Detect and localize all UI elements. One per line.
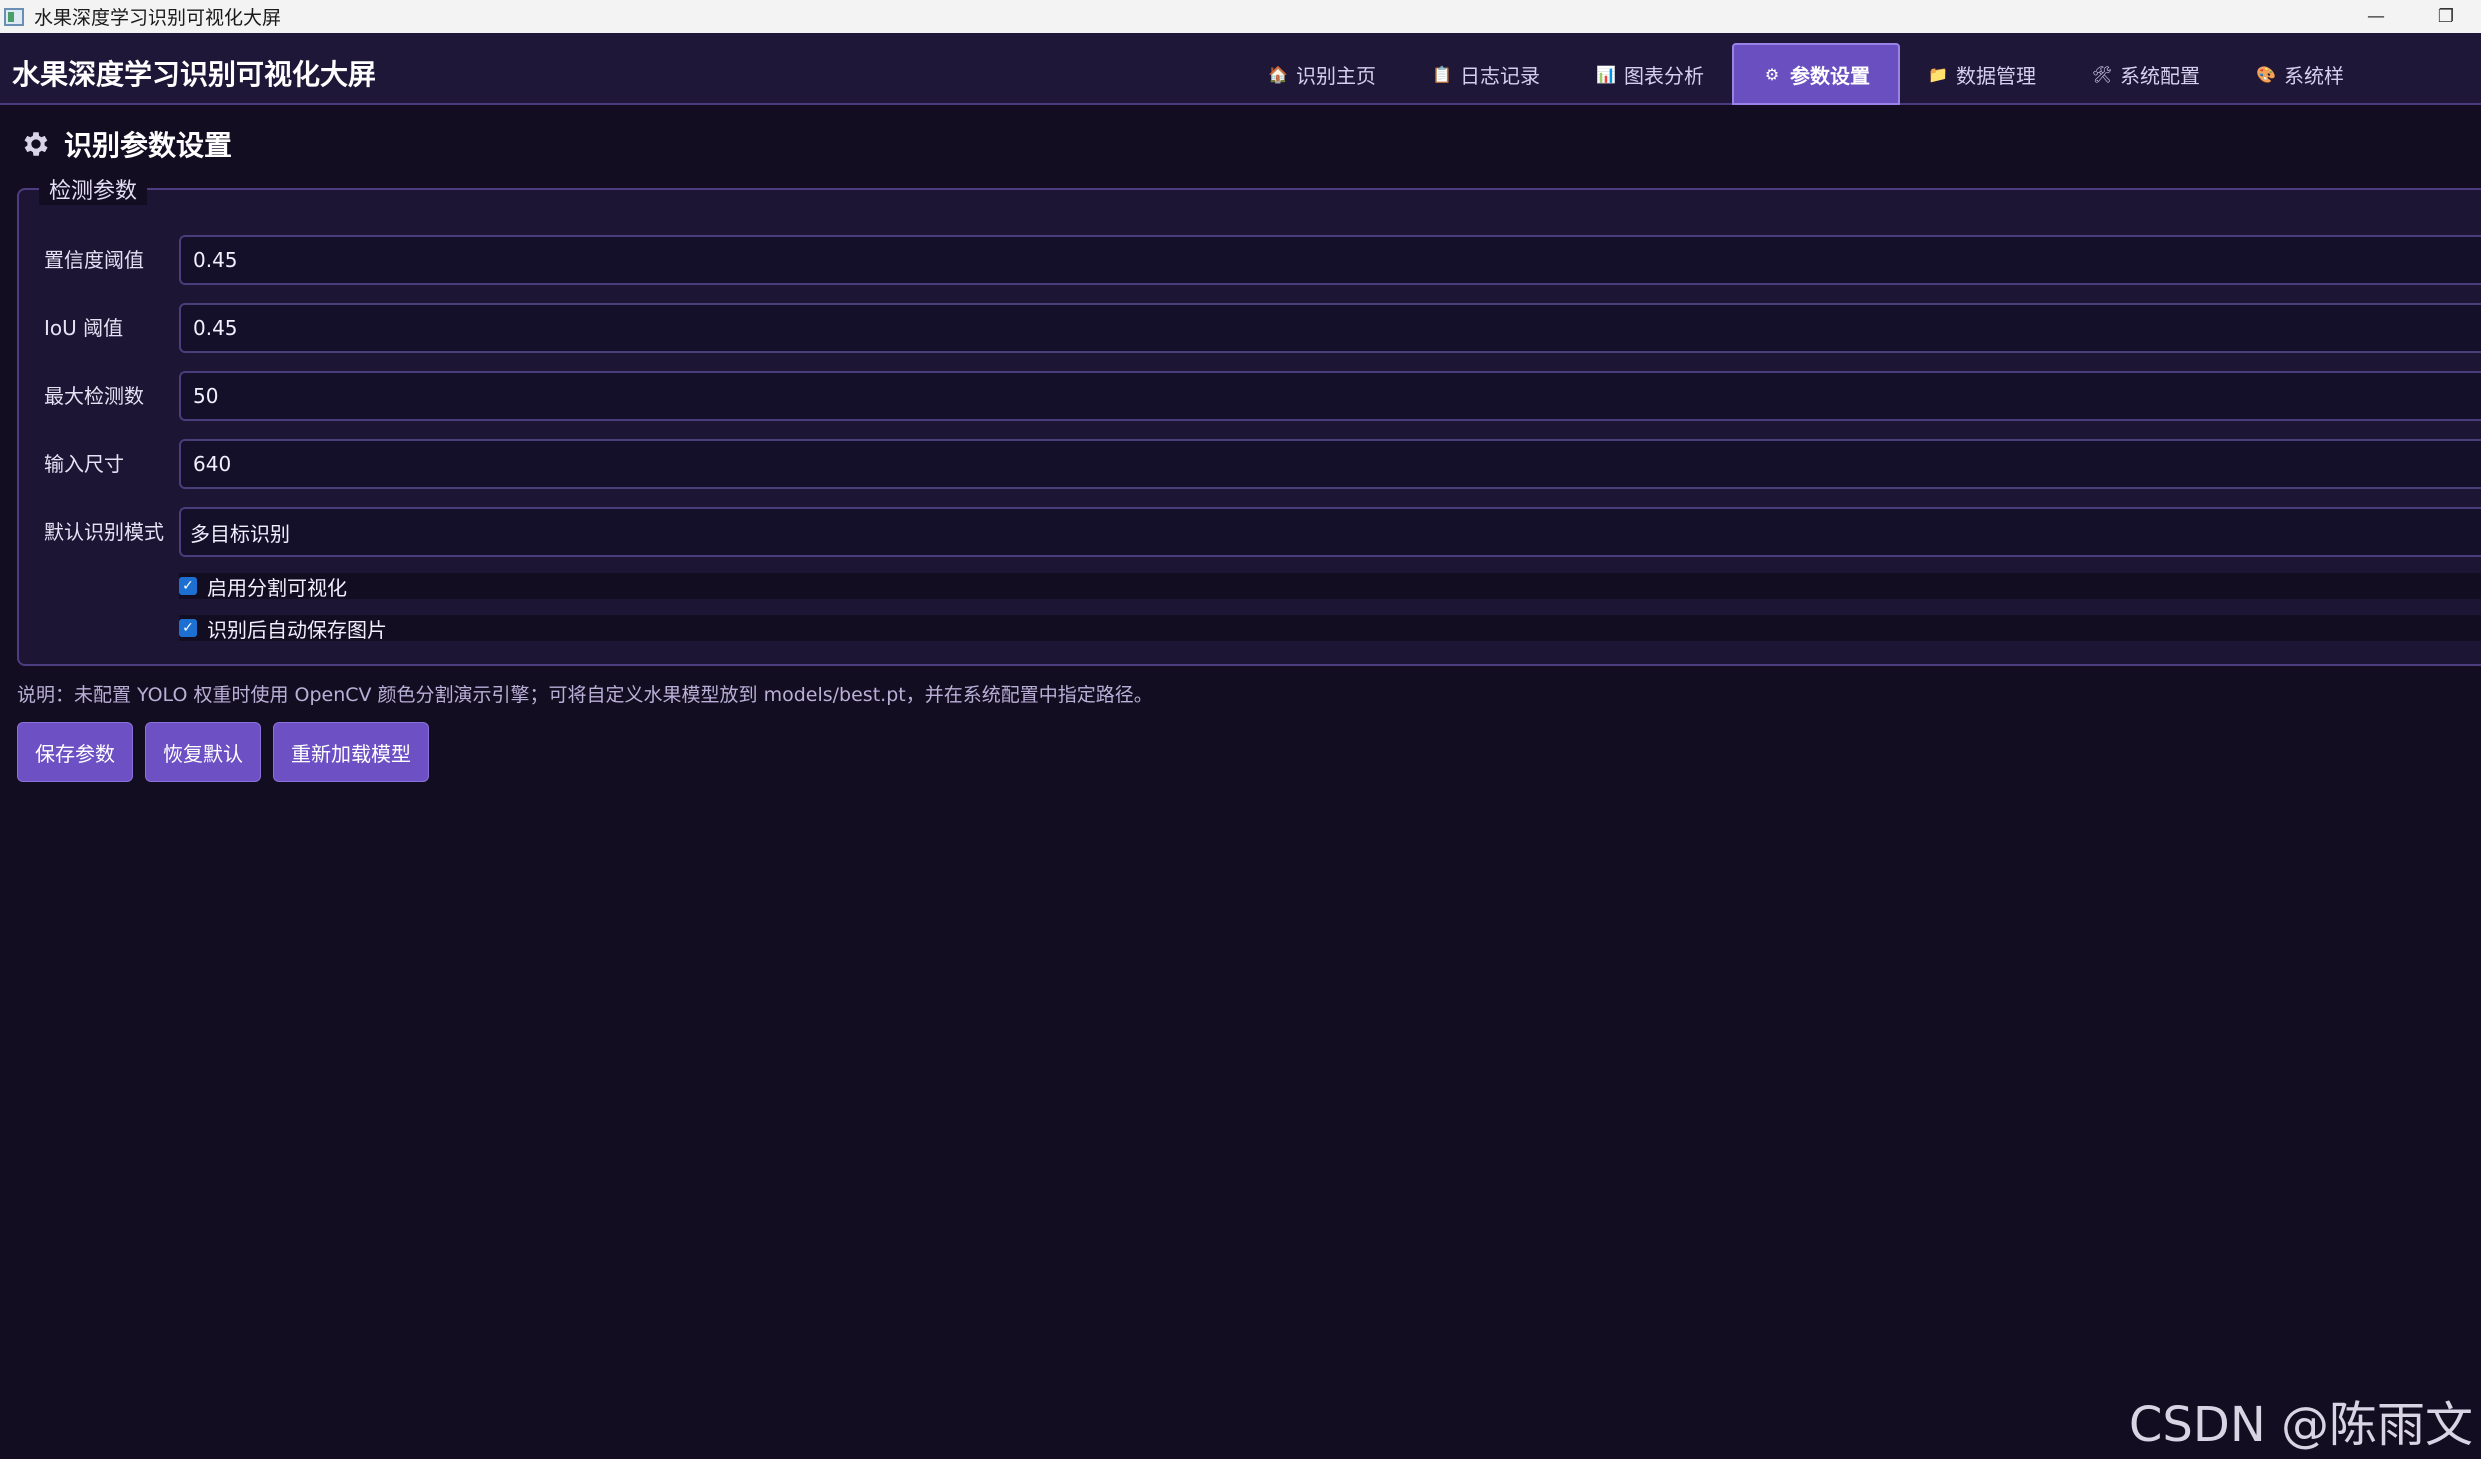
group-legend: 检测参数 xyxy=(39,173,148,205)
reset-default-button[interactable]: 恢复默认 xyxy=(145,722,261,782)
restore-button[interactable]: ❐ xyxy=(2411,0,2481,33)
confidence-threshold-label: 置信度阈值 xyxy=(44,248,144,272)
page-title: 识别参数设置 xyxy=(20,124,232,164)
tools-icon: 🛠 xyxy=(2091,64,2113,84)
app-title: 水果深度学习识别可视化大屏 xyxy=(12,58,377,91)
checkbox-label: 识别后自动保存图片 xyxy=(207,617,387,642)
autosave-image-checkbox-row[interactable]: ✓ 识别后自动保存图片 xyxy=(179,615,2481,642)
check-icon[interactable]: ✓ xyxy=(179,619,197,637)
home-icon: 🏠 xyxy=(1268,64,1288,84)
input-size-input[interactable]: 640 xyxy=(179,439,2481,489)
tab-label: 日志记录 xyxy=(1460,63,1540,88)
max-detections-input[interactable]: 50 xyxy=(179,371,2481,421)
gear-icon xyxy=(24,132,48,156)
window-title: 水果深度学习识别可视化大屏 xyxy=(34,7,282,29)
tab-system-style[interactable]: 🎨 系统样 xyxy=(2228,43,2372,105)
gear-icon: ⚙ xyxy=(1764,64,1780,84)
iou-threshold-label: IoU 阈值 xyxy=(44,316,124,340)
reload-model-button[interactable]: 重新加载模型 xyxy=(273,722,429,782)
nav-tabs: 🏠 识别主页 📋 日志记录 📊 图表分析 ⚙ 参数设置 📁 数据管理 🛠 系统配… xyxy=(1240,43,2372,105)
tab-data[interactable]: 📁 数据管理 xyxy=(1900,43,2064,105)
palette-icon: 🎨 xyxy=(2256,64,2276,84)
clipboard-icon: 📋 xyxy=(1432,64,1452,84)
tab-label: 参数设置 xyxy=(1790,63,1870,88)
tab-label: 系统样 xyxy=(2284,63,2344,88)
detection-params-group: 检测参数 置信度阈值 0.45 IoU 阈值 0.45 最大检测数 50 输入尺… xyxy=(17,173,2481,666)
tab-system-config[interactable]: 🛠 系统配置 xyxy=(2064,43,2228,105)
app-header: 水果深度学习识别可视化大屏 🏠 识别主页 📋 日志记录 📊 图表分析 ⚙ 参数设… xyxy=(0,33,2481,105)
tab-charts[interactable]: 📊 图表分析 xyxy=(1568,43,1732,105)
tab-label: 识别主页 xyxy=(1296,63,1376,88)
segmentation-visualization-checkbox-row[interactable]: ✓ 启用分割可视化 xyxy=(179,573,2481,600)
input-size-label: 输入尺寸 xyxy=(44,452,124,476)
window-titlebar: 水果深度学习识别可视化大屏 — ❐ xyxy=(0,0,2481,33)
tab-label: 图表分析 xyxy=(1624,63,1704,88)
tab-label: 数据管理 xyxy=(1956,63,2036,88)
tab-home[interactable]: 🏠 识别主页 xyxy=(1240,43,1404,105)
bar-chart-icon: 📊 xyxy=(1596,64,1616,84)
confidence-threshold-input[interactable]: 0.45 xyxy=(179,235,2481,285)
max-detections-label: 最大检测数 xyxy=(44,384,144,408)
tab-params[interactable]: ⚙ 参数设置 xyxy=(1732,43,1900,105)
window-controls: — ❐ xyxy=(2341,0,2481,33)
default-mode-label: 默认识别模式 xyxy=(44,520,164,544)
default-mode-select[interactable]: 多目标识别 xyxy=(179,507,2481,557)
iou-threshold-input[interactable]: 0.45 xyxy=(179,303,2481,353)
minimize-button[interactable]: — xyxy=(2341,0,2411,33)
watermark: CSDN @陈雨文 xyxy=(2128,1397,2473,1453)
tab-label: 系统配置 xyxy=(2120,63,2200,88)
tab-logs[interactable]: 📋 日志记录 xyxy=(1404,43,1568,105)
page-title-text: 识别参数设置 xyxy=(64,129,233,162)
checkbox-label: 启用分割可视化 xyxy=(207,575,347,600)
check-icon[interactable]: ✓ xyxy=(179,577,197,595)
app-icon xyxy=(4,7,24,26)
folder-icon: 📁 xyxy=(1928,64,1948,84)
help-note: 说明：未配置 YOLO 权重时使用 OpenCV 颜色分割演示引擎；可将自定义水… xyxy=(17,684,1153,706)
save-params-button[interactable]: 保存参数 xyxy=(17,722,133,782)
